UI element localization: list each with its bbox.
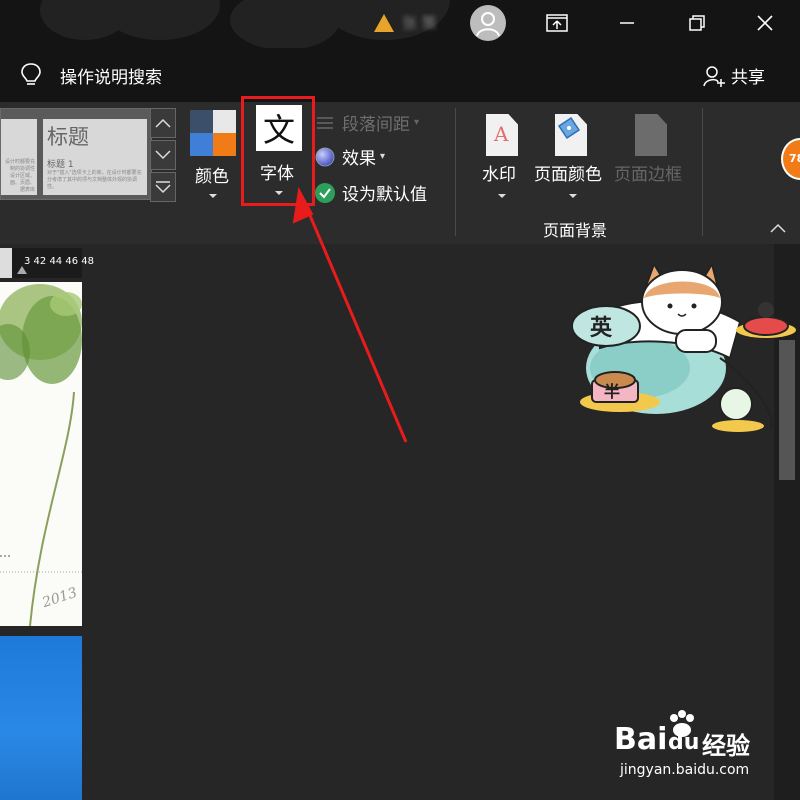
close-icon [757,15,773,31]
avatar[interactable] [470,5,506,41]
thumb-body: 对于"插入"选项卡上的库，在设计时都要充分考虑了其中的项与文档整体外观的协调性。 [47,170,142,190]
fonts-label: 字体 [260,164,294,184]
indent-marker[interactable] [17,266,27,274]
close-button[interactable] [742,0,788,46]
page-borders-label: 页面边框 [614,165,682,185]
watermark-url: jingyan.baidu.com [620,762,750,778]
effects-button[interactable]: 效果 ▾ [314,144,385,169]
thumb-line: 面、页眉、 [9,180,35,186]
document-style-gallery[interactable]: 设计时都要充 制的协调性 设计区域、 面、页眉、 据表库 标题 标题 1 对于"… [0,108,152,200]
set-as-default-label: 设为默认值 [342,185,427,205]
dropdown-caret-icon [498,194,506,198]
ribbon-group-divider [702,108,703,236]
thumb-title: 标题 [47,125,89,149]
leaf-illustration [0,284,82,626]
thumb-line: 制的协调性 [9,166,35,172]
paragraph-spacing-label: 段落间距 [342,115,410,135]
ribbon-group-divider [455,108,456,236]
style-thumbnail[interactable]: 设计时都要充 制的协调性 设计区域、 面、页眉、 据表库 [1,119,37,195]
color-palette-icon [190,110,236,156]
gallery-scroll-up-button[interactable] [150,108,176,138]
colors-label: 颜色 [195,167,229,187]
warning-icon[interactable] [374,14,394,32]
restore-icon [689,15,705,31]
dropdown-caret-icon [569,194,577,198]
paragraph-spacing-icon [317,116,333,129]
sticker-char-bottom: 半 [604,382,621,401]
dropdown-caret-icon: ▾ [414,117,420,128]
notification-badge[interactable]: 78 [781,138,800,180]
style-thumbnail-selected[interactable]: 标题 标题 1 对于"插入"选项卡上的库，在设计时都要充分考虑了其中的项与文档整… [43,119,147,195]
checkmark-circle-icon [315,182,335,203]
share-person-icon[interactable] [702,64,726,88]
document-area: 3 42 44 46 48 2013 英 半 Bai du 经验 jingyan… [0,244,800,800]
dropdown-caret-icon [275,191,283,195]
restore-button[interactable] [674,0,720,46]
title-bar: 张 策 [0,0,800,48]
page-color-label: 页面颜色 [534,165,602,185]
collapse-ribbon-icon[interactable] [768,222,788,234]
more-chevron-icon [155,181,171,194]
watermark-brand: Bai [614,722,668,757]
lightbulb-icon[interactable] [20,62,42,88]
thumb-heading: 标题 1 [47,160,74,170]
gallery-scroll-down-button[interactable] [150,140,176,170]
watermark-icon: A [486,114,518,156]
user-name[interactable]: 张 策 [402,12,437,33]
document-page-next[interactable] [0,636,82,800]
thumb-line: 设计区域、 [9,173,35,179]
share-button[interactable]: 共享 [731,63,765,88]
set-as-default-button[interactable]: 设为默认值 [314,180,427,205]
ruler-corner [0,248,12,278]
watermark-button[interactable]: A 水印 [480,108,524,204]
page-borders-icon [635,114,667,156]
tell-me-bar: 操作说明搜索 共享 [0,48,800,102]
chevron-down-icon [155,150,171,160]
page-background-group-label: 页面背景 [543,221,608,240]
dropdown-caret-icon: ▾ [380,151,386,162]
sticker-char-top: 英 [590,316,613,341]
minimize-button[interactable] [604,0,650,46]
thumb-line: 据表库 [19,187,35,193]
ribbon-display-options-button[interactable] [534,0,580,46]
ribbon-design-tab: 设计时都要充 制的协调性 设计区域、 面、页眉、 据表库 标题 标题 1 对于"… [0,96,800,244]
paragraph-spacing-button[interactable]: 段落间距 ▾ [314,110,419,135]
chevron-up-icon [155,118,171,128]
watermark-brand-cn: 经验 [702,732,750,760]
watermark-brand-mid: du [668,730,700,755]
gallery-more-button[interactable] [150,172,176,202]
tell-me-search[interactable]: 操作说明搜索 [60,63,162,88]
effects-icon [315,147,335,166]
cat-sticker: 英 半 [570,258,800,442]
colors-button[interactable]: 颜色 [188,106,238,202]
ribbon-display-icon [546,14,568,32]
page-color-button[interactable]: 页面颜色 [533,108,613,204]
thumb-line: 设计时都要充 [4,159,35,165]
document-page[interactable]: 2013 [0,282,82,626]
ruler-numbers: 3 42 44 46 48 [24,256,94,267]
fonts-button[interactable]: 文 字体 [241,96,315,206]
page-borders-button[interactable]: 页面边框 [613,108,689,204]
effects-label: 效果 [342,149,376,169]
fonts-icon: 文 [256,105,302,151]
dropdown-caret-icon [209,194,217,198]
page-color-icon [555,114,587,156]
minimize-icon [620,22,634,24]
watermark-label: 水印 [482,165,516,185]
